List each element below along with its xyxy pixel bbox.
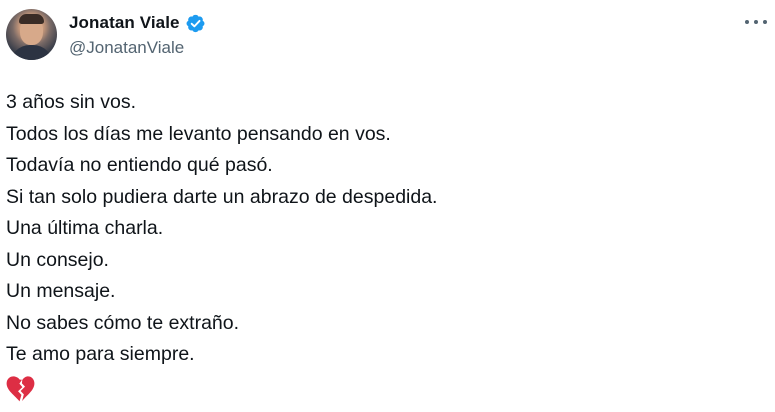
more-dot [754,20,758,24]
broken-heart-icon [6,376,35,402]
tweet-line: 3 años sin vos. [6,91,137,113]
more-dot [745,20,749,24]
tweet-line: Todavía no entiendo qué pasó. [6,154,273,176]
more-options-icon[interactable] [745,14,767,30]
tweet-line: No sabes cómo te extraño. [6,311,240,334]
display-name[interactable]: Jonatan Viale [69,13,180,33]
tweet-card: Jonatan Viale @JonatanViale 3 años sin v… [0,0,775,412]
tweet-line: Si tan solo pudiera darte un abrazo de d… [6,185,438,208]
avatar-shirt [10,45,53,60]
tweet-line: Te amo para siempre. [6,343,195,365]
more-dot [763,20,767,24]
avatar-hair [19,14,44,24]
author-name-row: Jonatan Viale [69,12,206,34]
avatar[interactable] [6,9,57,60]
tweet-line: Todos los días me levanto pensando en vo… [6,122,391,145]
tweet-line: Un mensaje. [6,280,116,302]
tweet-line: Un consejo. [6,248,109,271]
tweet-line: Una última charla. [6,217,164,239]
author-handle[interactable]: @JonatanViale [69,38,184,58]
tweet-text: 3 años sin vos. Todos los días me levant… [6,87,766,371]
verified-badge-icon[interactable] [185,13,206,34]
